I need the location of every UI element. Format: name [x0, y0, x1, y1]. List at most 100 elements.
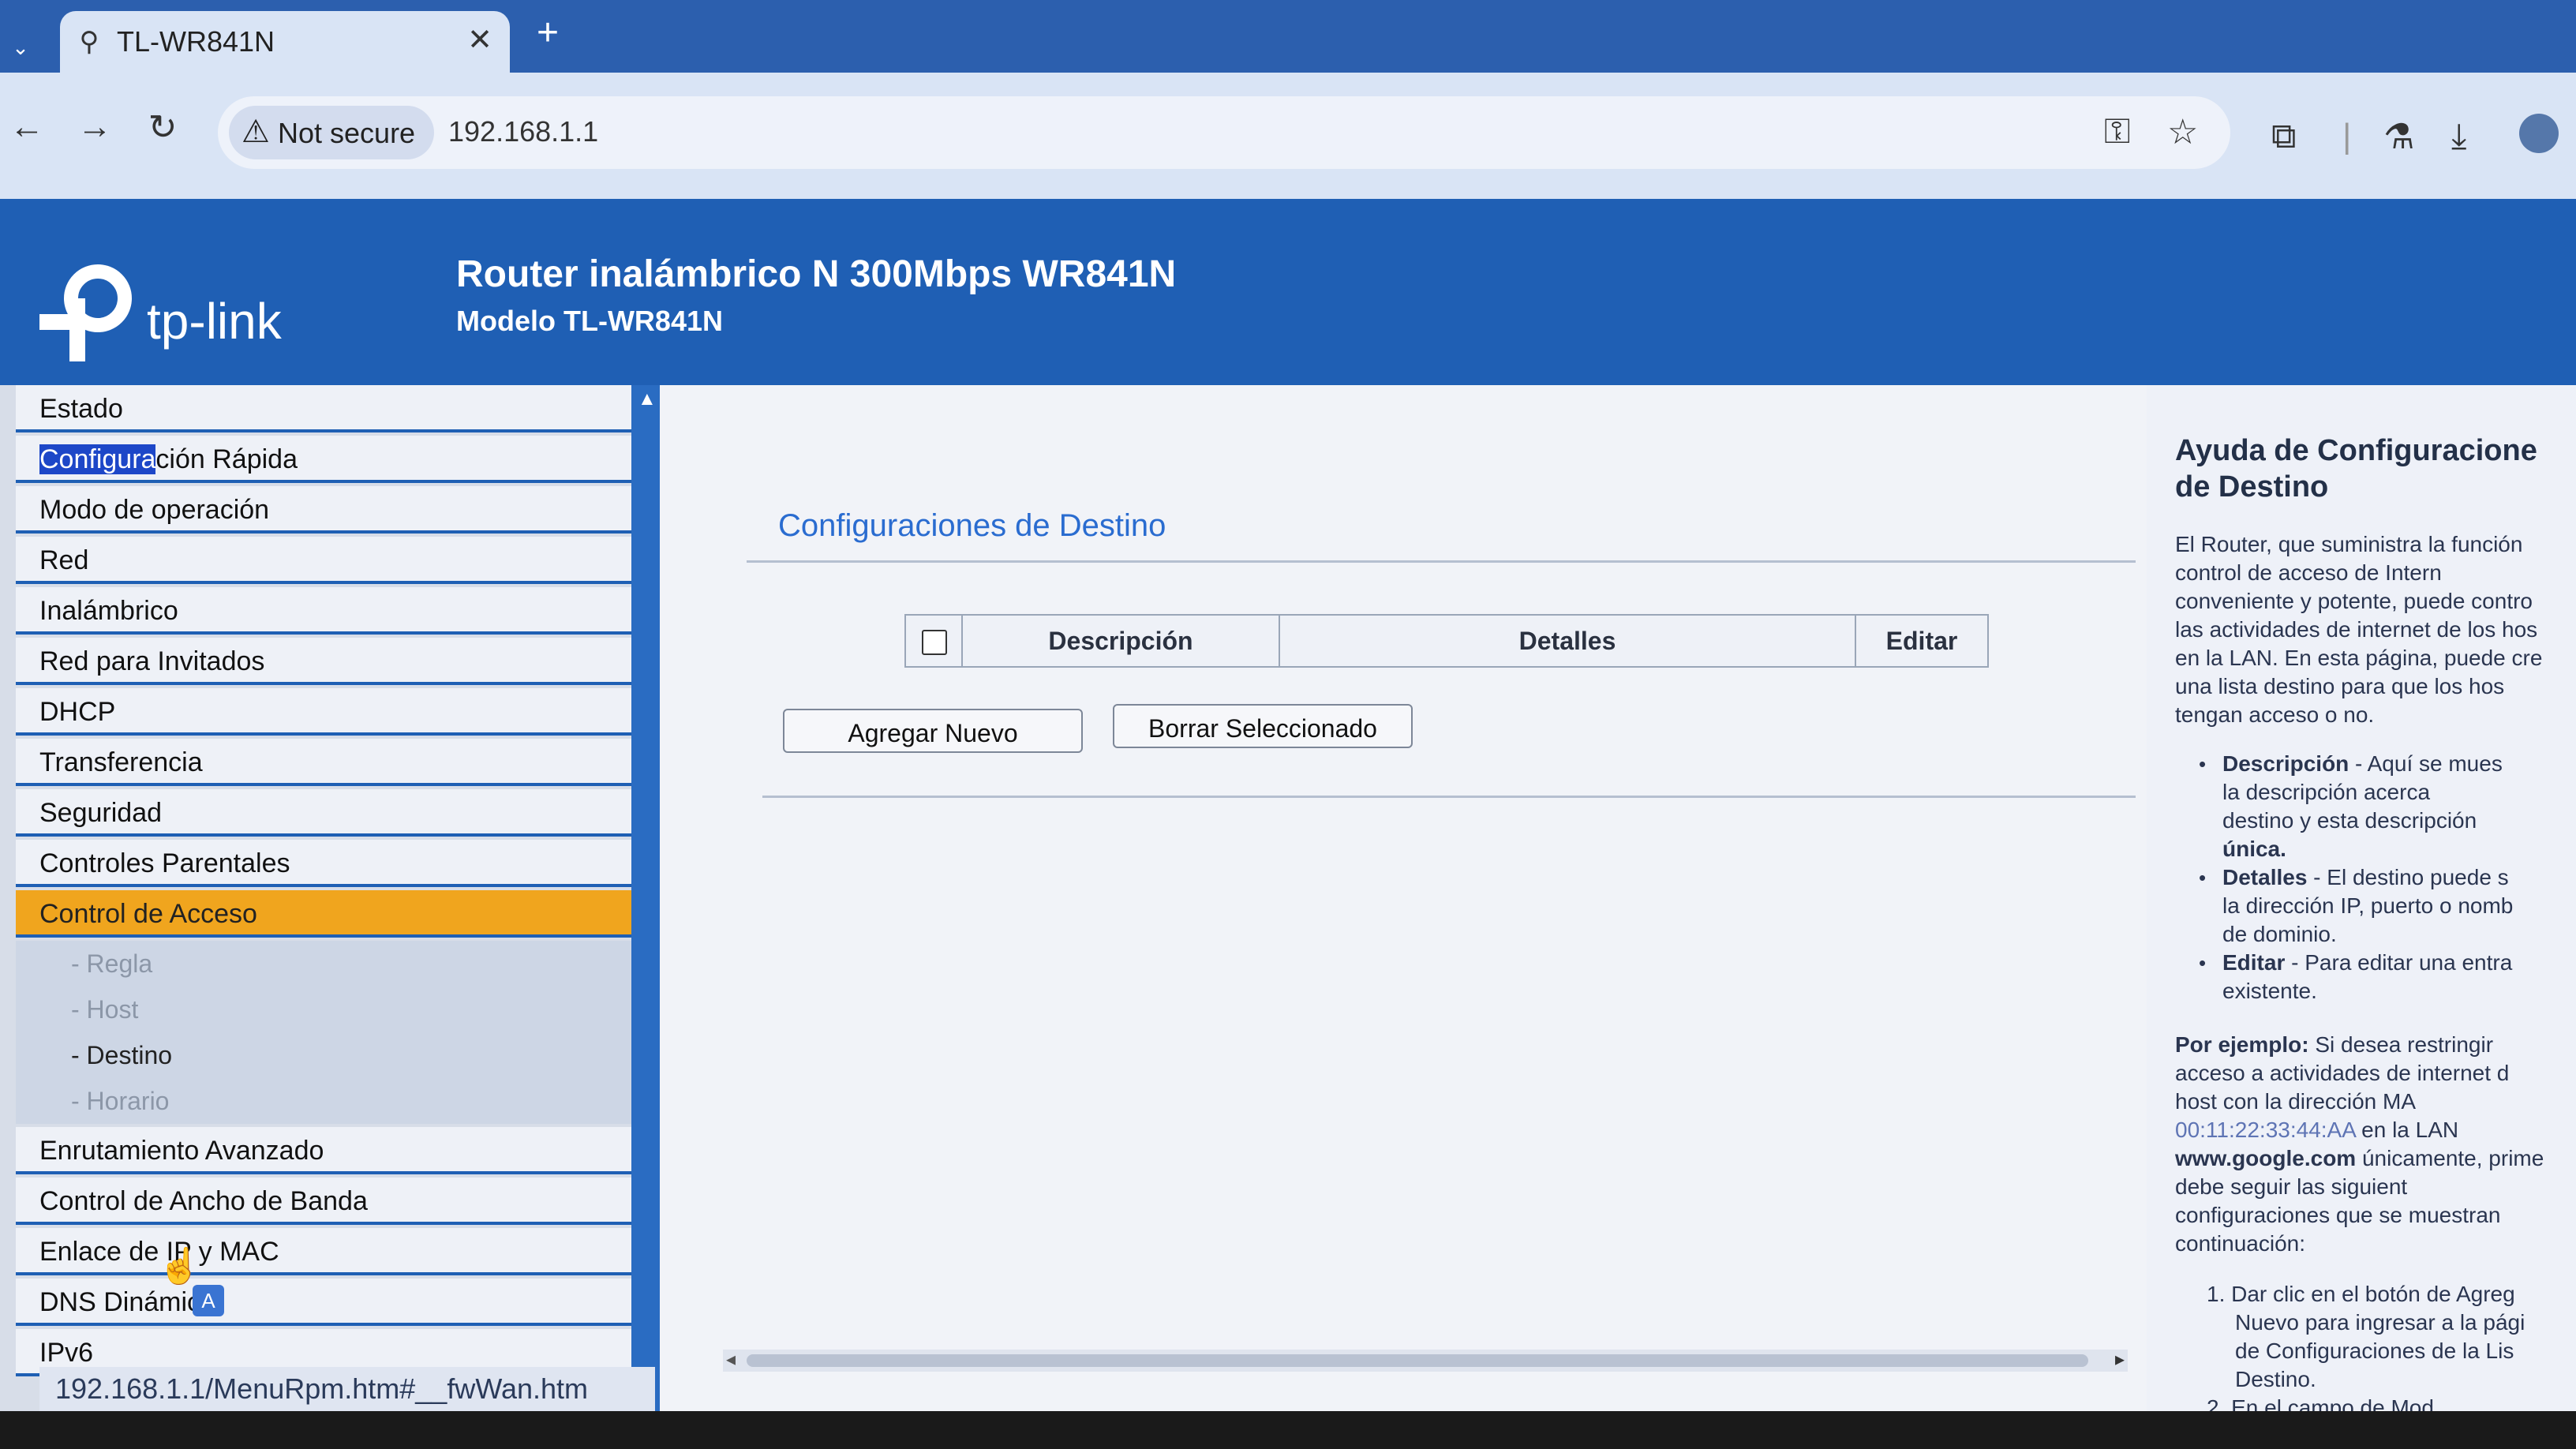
menu-estado[interactable]: Estado: [16, 385, 631, 432]
divider-bottom: [762, 796, 2136, 798]
download-icon[interactable]: ⤓: [2451, 117, 2466, 156]
destination-table-header: Descripción Detalles Editar: [904, 614, 1989, 668]
help-example-line: host con la dirección MA: [2175, 1089, 2417, 1114]
delete-selected-button[interactable]: Borrar Seleccionado: [1113, 704, 1413, 748]
menu-red-invitados[interactable]: Red para Invitados: [16, 638, 631, 685]
submenu-host[interactable]: - Host: [16, 987, 631, 1032]
help-step-line: 2. En el campo de Mod: [2207, 1395, 2434, 1411]
help-intro-line: El Router, que suministra la función: [2175, 532, 2523, 556]
router-title: Router inalámbrico N 300Mbps WR841N: [456, 253, 1177, 295]
router-page: tp-link Router inalámbrico N 300Mbps WR8…: [0, 199, 2576, 1411]
scroll-right-arrow-icon[interactable]: ▸: [2115, 1348, 2125, 1371]
add-new-button[interactable]: Agregar Nuevo: [783, 709, 1083, 753]
menu-dns-dinamico[interactable]: DNS Dinámico: [16, 1279, 631, 1326]
help-intro-line: control de acceso de Intern: [2175, 560, 2442, 585]
text-selection-highlight: Configura: [39, 444, 156, 474]
tab-title: TL-WR841N: [117, 25, 275, 58]
help-bullet-editar: • Editar - Para editar una entra: [2199, 949, 2576, 977]
bullet-dot-icon: •: [2199, 951, 2207, 975]
address-bar[interactable]: ⚠ Not secure 192.168.1.1 ⚿ ☆: [218, 96, 2230, 169]
menu-controles-parentales[interactable]: Controles Parentales: [16, 840, 631, 887]
help-example-line: acceso a actividades de internet d: [2175, 1061, 2510, 1085]
browser-tabstrip: ⌄ ⚲ TL-WR841N ✕ +: [0, 0, 2576, 73]
help-step-line: Nuevo para ingresar a la pági: [2235, 1310, 2525, 1335]
help-panel: Ayuda de Configuracione de Destino El Ro…: [2147, 385, 2576, 1411]
warning-icon: ⚠: [242, 114, 270, 149]
help-example-line: Por ejemplo: Si desea restringir: [2175, 1032, 2494, 1057]
labs-flask-icon[interactable]: ⚗: [2383, 117, 2414, 157]
help-example-line: 00:11:22:33:44:AA en la LAN: [2175, 1118, 2459, 1142]
reload-icon[interactable]: ↻: [139, 107, 186, 148]
close-tab-icon[interactable]: ✕: [467, 22, 492, 58]
menu-configuracion-rapida[interactable]: Configuración Rápida: [16, 436, 631, 483]
help-bullet-line: destino y esta descripción: [2222, 808, 2477, 833]
help-example-line: continuación:: [2175, 1231, 2306, 1256]
horizontal-scrollbar[interactable]: ◂ ▸: [723, 1348, 2128, 1372]
bullet-dot-icon: •: [2199, 866, 2207, 889]
help-intro-line: en la LAN. En esta página, puede cre: [2175, 646, 2543, 670]
header-detalles: Detalles: [1518, 627, 1616, 655]
menu-inalambrico[interactable]: Inalámbrico: [16, 587, 631, 635]
help-bullet-line: única.: [2222, 837, 2286, 861]
menu-enlace-ip-mac[interactable]: Enlace de IP y MAC: [16, 1228, 631, 1275]
select-all-checkbox[interactable]: [922, 630, 947, 655]
toolbar-divider: |: [2342, 117, 2352, 155]
tplink-logo-icon: [39, 264, 132, 361]
help-bullet-line: de dominio.: [2222, 922, 2337, 946]
forward-icon[interactable]: →: [71, 107, 118, 147]
main-content: Configuraciones de Destino Descripción D…: [660, 385, 2147, 1411]
help-step-line: 1. Dar clic en el botón de Agreg: [2207, 1282, 2515, 1306]
screen-bezel: [0, 1411, 2576, 1449]
browser-toolbar: ← → ↻ ⚠ Not secure 192.168.1.1 ⚿ ☆ ⧉ | ⚗…: [0, 73, 2576, 199]
help-example-line: debe seguir las siguient: [2175, 1174, 2408, 1199]
help-example-line: configuraciones que se muestran: [2175, 1203, 2501, 1227]
submenu-destino[interactable]: - Destino: [16, 1032, 631, 1078]
sidebar-menu: Estado Configuración Rápida Modo de oper…: [0, 385, 660, 1411]
help-title: Ayuda de Configuracione de Destino: [2175, 434, 2537, 504]
router-model: Modelo TL-WR841N: [456, 305, 723, 337]
browser-tab[interactable]: ⚲ TL-WR841N ✕: [60, 11, 510, 73]
bookmark-star-icon[interactable]: ☆: [2167, 112, 2198, 152]
browser-status-url: 192.168.1.1/MenuRpm.htm#__fwWan.htm: [39, 1367, 655, 1411]
header-editar: Editar: [1885, 627, 1958, 655]
translate-icon: A: [193, 1285, 224, 1316]
hand-cursor-icon: ☝: [158, 1247, 201, 1286]
password-key-icon[interactable]: ⚿: [2104, 112, 2130, 152]
submenu-horario[interactable]: - Horario: [16, 1078, 631, 1124]
menu-ancho-banda[interactable]: Control de Ancho de Banda: [16, 1178, 631, 1225]
favicon-icon: ⚲: [79, 27, 99, 57]
divider-top: [747, 560, 2136, 563]
help-intro-line: las actividades de internet de los hos: [2175, 617, 2538, 642]
menu-control-acceso[interactable]: Control de Acceso: [16, 890, 631, 938]
tab-search-chevron-icon[interactable]: ⌄: [5, 32, 36, 63]
profile-avatar[interactable]: [2519, 114, 2559, 153]
url-text[interactable]: 192.168.1.1: [448, 115, 598, 148]
help-intro-line: una lista destino para que los hos: [2175, 674, 2505, 698]
menu-transferencia[interactable]: Transferencia: [16, 739, 631, 786]
help-step-line: de Configuraciones de la Lis: [2235, 1339, 2514, 1363]
menu-modo-operacion[interactable]: Modo de operación: [16, 486, 631, 534]
help-intro-line: tengan acceso o no.: [2175, 702, 2375, 727]
help-bullet-descripcion: • Descripción - Aquí se mues: [2199, 750, 2576, 778]
submenu-regla[interactable]: - Regla: [16, 941, 631, 987]
help-step-line: Destino.: [2235, 1367, 2316, 1391]
scrollbar-thumb[interactable]: [747, 1354, 2088, 1367]
scroll-left-arrow-icon[interactable]: ◂: [726, 1348, 736, 1371]
help-example-line: www.google.com únicamente, prime: [2175, 1146, 2544, 1170]
new-tab-button[interactable]: +: [537, 11, 559, 54]
help-bullet-detalles: • Detalles - El destino puede s: [2199, 863, 2576, 892]
help-bullet-line: la dirección IP, puerto o nomb: [2222, 893, 2514, 918]
menu-dhcp[interactable]: DHCP: [16, 688, 631, 736]
help-intro-line: conveniente y potente, puede contro: [2175, 589, 2533, 613]
back-icon[interactable]: ←: [3, 107, 51, 147]
menu-seguridad[interactable]: Seguridad: [16, 789, 631, 837]
menu-enrutamiento-avanzado[interactable]: Enrutamiento Avanzado: [16, 1127, 631, 1174]
security-chip[interactable]: ⚠ Not secure: [229, 106, 434, 159]
menu-red[interactable]: Red: [16, 537, 631, 584]
sidebar-scrollbar[interactable]: ▲: [631, 385, 660, 1411]
logo-text: tp-link: [147, 293, 282, 350]
page-title: Configuraciones de Destino: [778, 508, 1166, 543]
header-banner: tp-link Router inalámbrico N 300Mbps WR8…: [0, 199, 2576, 385]
scroll-up-arrow-icon[interactable]: ▲: [638, 388, 657, 410]
extensions-icon[interactable]: ⧉: [2271, 117, 2296, 156]
